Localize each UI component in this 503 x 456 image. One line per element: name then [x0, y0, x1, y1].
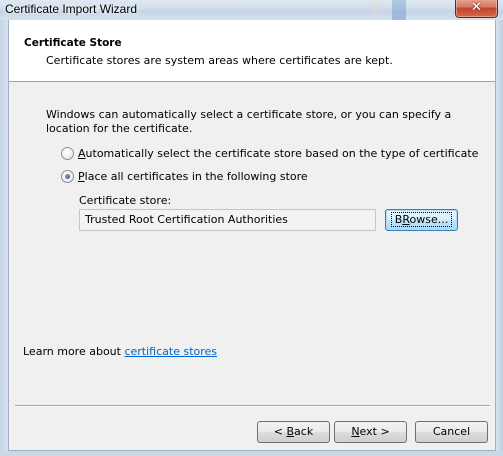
page-description: Certificate stores are system areas wher… [46, 54, 393, 67]
close-button[interactable]: ✕ [455, 0, 498, 18]
auto-select-label[interactable]: Automatically select the certificate sto… [78, 147, 478, 160]
next-button[interactable]: Next > [334, 421, 407, 443]
browse-button[interactable]: BRowse... [385, 209, 458, 231]
window-frame-left [0, 20, 8, 456]
window-frame-bottom [0, 451, 503, 456]
close-icon: ✕ [471, 0, 482, 15]
footer-separator [15, 405, 490, 407]
place-in-store-label[interactable]: Place all certificates in the following … [78, 170, 308, 183]
background-window-blur [392, 0, 406, 20]
place-in-store-radio[interactable] [61, 170, 74, 183]
wizard-client-area: Certificate Store Certificate stores are… [8, 20, 496, 451]
auto-select-radio[interactable] [61, 147, 74, 160]
page-title: Certificate Store [24, 37, 122, 49]
window-title: Certificate Import Wizard [5, 2, 138, 16]
certificate-store-label: Certificate store: [79, 194, 172, 207]
cancel-button[interactable]: Cancel [415, 421, 488, 443]
certificate-stores-link[interactable]: certificate stores [124, 345, 217, 358]
back-button[interactable]: < Back [257, 421, 330, 443]
intro-text: Windows can automatically select a certi… [46, 108, 452, 135]
learn-more-text: Learn more about certificate stores [23, 345, 217, 358]
wizard-header: Certificate Store Certificate stores are… [9, 20, 495, 82]
browse-button-label: BRowse... [390, 212, 453, 227]
learn-more-prefix: Learn more about [23, 345, 125, 358]
auto-select-store-option[interactable]: Automatically select the certificate sto… [61, 147, 478, 160]
background-window-blur [372, 0, 382, 20]
window-frame-right [496, 20, 503, 456]
certificate-store-field: Trusted Root Certification Authorities [79, 209, 376, 231]
place-in-store-option[interactable]: Place all certificates in the following … [61, 170, 308, 183]
title-bar[interactable]: Certificate Import Wizard ✕ [0, 0, 503, 20]
